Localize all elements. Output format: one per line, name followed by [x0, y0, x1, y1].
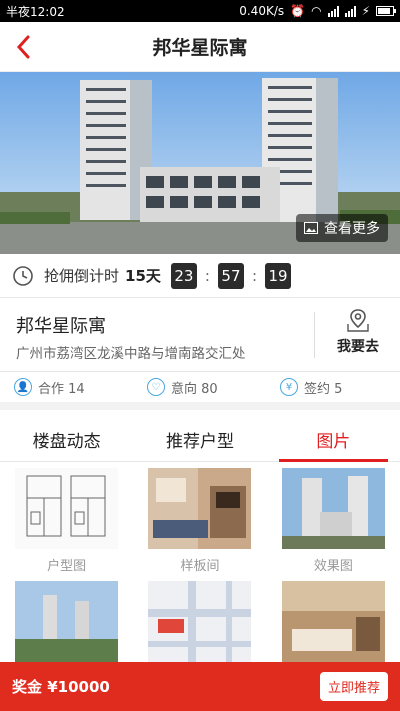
- money-bag-icon: ¥: [280, 378, 298, 396]
- countdown-separator: :: [204, 266, 210, 285]
- hero-image[interactable]: 查看更多: [0, 72, 400, 254]
- battery-icon: [376, 6, 396, 16]
- map-pin-icon: [347, 309, 369, 332]
- gallery-item[interactable]: 户型图: [0, 462, 133, 575]
- recommend-now-button[interactable]: 立即推荐: [319, 672, 388, 701]
- navigate-button[interactable]: 我要去: [322, 308, 394, 356]
- rendering-thumbnail[interactable]: [281, 468, 385, 549]
- gallery-item[interactable]: 效果图: [267, 462, 400, 575]
- countdown-seconds: 19: [265, 262, 292, 289]
- image-gallery: 户型图 样板间 效果图: [0, 462, 400, 662]
- countdown-label: 抢佣倒计时: [44, 267, 120, 285]
- property-address: 广州市荔湾区龙溪中路与增南路交汇处: [16, 346, 246, 362]
- gallery-caption: 样板间: [180, 559, 220, 574]
- countdown-days: 15天: [125, 267, 161, 285]
- property-name: 邦华星际寓: [16, 316, 106, 337]
- tab-images[interactable]: 图片: [267, 418, 400, 462]
- aerial-view-thumbnail[interactable]: [15, 581, 119, 662]
- bottom-bar: 奖金 ¥10000 立即推荐: [0, 662, 400, 711]
- stat-signed: ¥ 签约 5: [266, 378, 399, 397]
- status-time: 半夜12:02: [6, 4, 65, 19]
- gallery-caption: 效果图: [313, 559, 353, 574]
- heart-icon: ♡: [147, 378, 165, 396]
- countdown-separator: :: [251, 266, 258, 285]
- show-flat-thumbnail[interactable]: [148, 468, 252, 549]
- signal-icon: [344, 5, 356, 17]
- navigate-label: 我要去: [337, 339, 379, 355]
- view-more-label: 查看更多: [324, 221, 380, 237]
- wifi-icon: ◠: [311, 4, 322, 18]
- back-arrow-icon[interactable]: [10, 32, 40, 62]
- bonus-amount: 奖金 ¥10000: [12, 678, 110, 696]
- tab-bar: 楼盘动态 推荐户型 图片: [0, 418, 400, 462]
- clock-icon: [13, 265, 33, 286]
- stat-label: 签约 5: [304, 381, 343, 397]
- page-title: 邦华星际寓: [152, 37, 248, 59]
- countdown-minutes: 57: [217, 262, 244, 289]
- interior-thumbnail[interactable]: [281, 581, 385, 662]
- property-info: 邦华星际寓 广州市荔湾区龙溪中路与增南路交汇处 我要去: [0, 298, 400, 372]
- gallery-caption: 户型图: [47, 559, 87, 574]
- location-map-thumbnail[interactable]: [148, 581, 252, 662]
- view-more-button[interactable]: 查看更多: [296, 214, 388, 242]
- stats-row: 👤 合作 14 ♡ 意向 80 ¥ 签约 5: [0, 372, 400, 410]
- countdown-hours: 23: [170, 262, 197, 289]
- signal-icon: [327, 5, 339, 17]
- nav-bar: 邦华星际寓: [0, 22, 400, 72]
- floor-plan-thumbnail[interactable]: [15, 468, 119, 549]
- charging-icon: ⚡: [361, 4, 370, 18]
- user-icon: 👤: [14, 378, 32, 396]
- stat-intent: ♡ 意向 80: [133, 378, 266, 397]
- alarm-icon: ⏰: [290, 4, 306, 18]
- tab-property-news[interactable]: 楼盘动态: [0, 418, 133, 461]
- tab-recommended-layouts[interactable]: 推荐户型: [133, 418, 266, 461]
- divider: [314, 312, 315, 358]
- gallery-item[interactable]: 样板间: [133, 462, 266, 575]
- image-icon: [304, 222, 318, 234]
- network-speed: 0.40K/s: [239, 4, 285, 18]
- stat-cooperation: 👤 合作 14: [0, 378, 133, 397]
- commission-countdown: 抢佣倒计时 15天 23 : 57 : 19: [0, 254, 400, 298]
- status-bar: 半夜12:02 0.40K/s ⏰ ◠ ⚡: [0, 0, 400, 22]
- stat-label: 合作 14: [38, 381, 85, 397]
- stat-label: 意向 80: [171, 381, 218, 397]
